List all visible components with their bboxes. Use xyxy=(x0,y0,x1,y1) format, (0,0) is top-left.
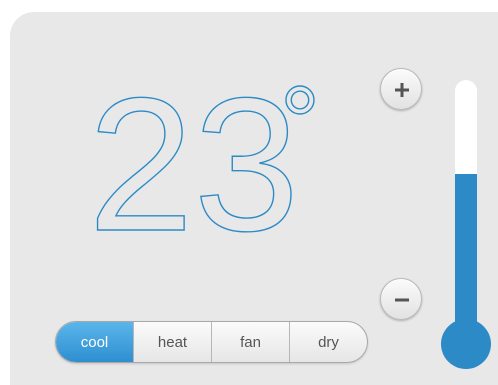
mode-dry-button[interactable]: dry xyxy=(289,322,367,362)
mode-heat-button[interactable]: heat xyxy=(133,322,211,362)
temperature-readout: 23 ° xyxy=(88,84,321,254)
mode-cool-button[interactable]: cool xyxy=(56,322,133,362)
decrease-temperature-button[interactable] xyxy=(380,278,422,320)
mode-fan-button[interactable]: fan xyxy=(211,322,289,362)
plus-icon xyxy=(395,83,409,97)
mode-selector: cool heat fan dry xyxy=(55,321,368,363)
increase-temperature-button[interactable] xyxy=(380,68,422,110)
thermometer-slider[interactable] xyxy=(455,80,477,350)
degree-symbol: ° xyxy=(280,84,320,178)
thermometer-bulb xyxy=(441,319,491,369)
temperature-display: 23 ° xyxy=(88,84,328,254)
temperature-value: 23 xyxy=(88,84,299,254)
minus-icon xyxy=(395,298,409,302)
